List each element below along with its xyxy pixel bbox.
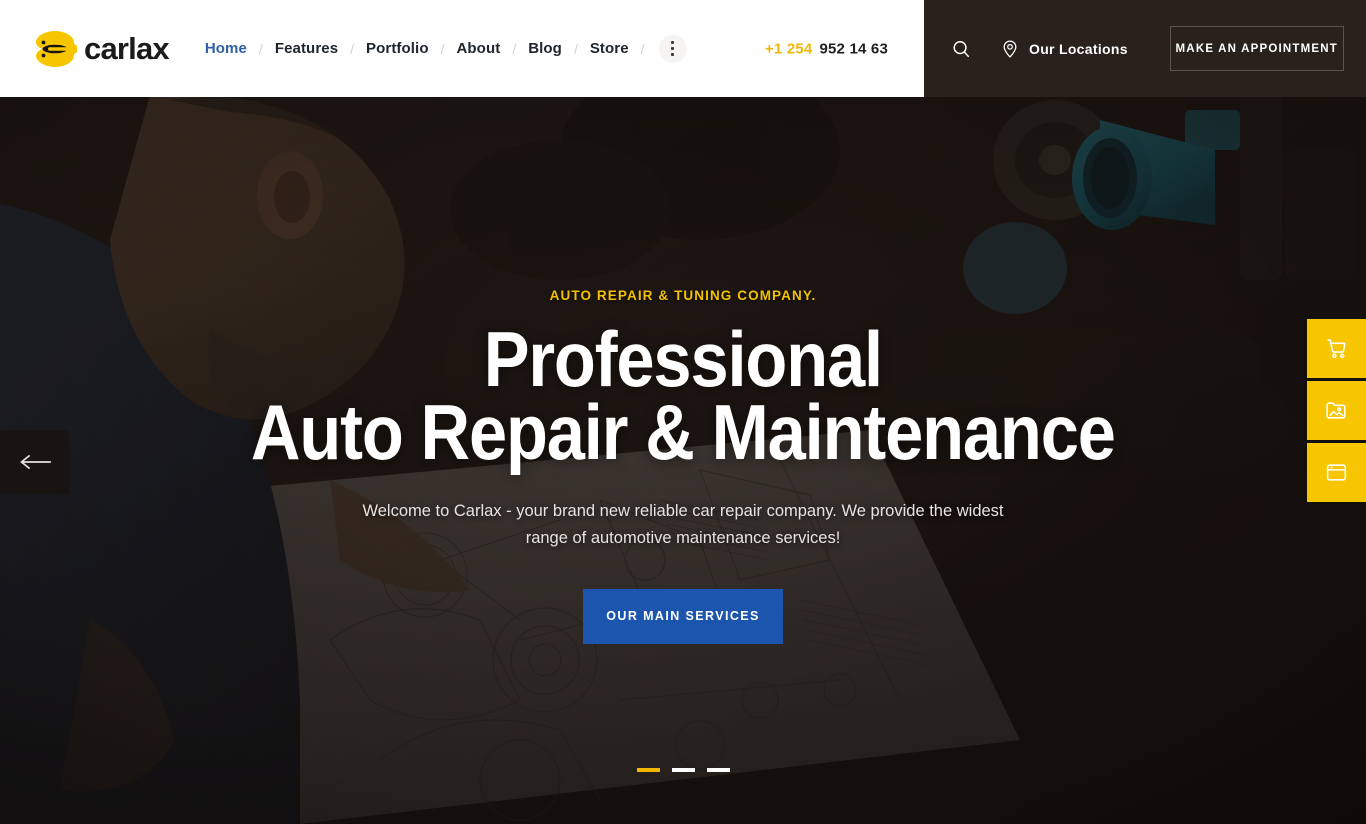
- slider-prev-button[interactable]: [0, 430, 69, 494]
- nav-item-features[interactable]: Features: [275, 40, 338, 57]
- hero-title: Professional Auto Repair & Maintenance: [251, 320, 1116, 476]
- cart-button[interactable]: [1307, 319, 1366, 378]
- our-main-services-label: OUR MAIN SERVICES: [606, 609, 760, 623]
- nav-separator: /: [440, 40, 445, 57]
- gallery-button[interactable]: [1307, 381, 1366, 440]
- our-main-services-button[interactable]: OUR MAIN SERVICES: [583, 588, 783, 644]
- slider-dot-2[interactable]: [671, 768, 695, 772]
- nav-item-portfolio[interactable]: Portfolio: [366, 40, 429, 57]
- hero-subtitle: AUTO REPAIR & TUNING COMPANY.: [549, 288, 817, 303]
- header-right-panel: Our Locations MAKE AN APPOINTMENT: [924, 0, 1366, 97]
- main-navigation: Home / Features / Portfolio / About / Bl…: [205, 34, 687, 63]
- header-left-panel: carlax Home / Features / Portfolio / Abo…: [0, 0, 924, 97]
- nav-item-store[interactable]: Store: [590, 40, 629, 57]
- our-locations-link[interactable]: Our Locations: [1000, 38, 1128, 60]
- phone-number: 952 14 63: [819, 40, 888, 57]
- hero-slider: AUTO REPAIR & TUNING COMPANY. Profession…: [0, 0, 1366, 824]
- dot: [671, 53, 675, 56]
- nav-item-blog[interactable]: Blog: [528, 40, 562, 57]
- phone-country-code: +1 254: [764, 40, 813, 57]
- nav-item-about[interactable]: About: [456, 40, 500, 57]
- shopping-cart-icon: [1327, 339, 1346, 359]
- slider-dot-3[interactable]: [706, 768, 730, 772]
- header-phone[interactable]: +1 254 952 14 63: [765, 40, 888, 57]
- arrow-left-icon: [19, 454, 51, 470]
- dot: [671, 47, 675, 50]
- hero-title-line2: Auto Repair & Maintenance: [251, 387, 1116, 476]
- nav-item-home[interactable]: Home: [205, 40, 247, 57]
- make-appointment-button[interactable]: MAKE AN APPOINTMENT: [1169, 26, 1344, 71]
- map-pin-icon: [1003, 39, 1017, 58]
- nav-separator: /: [350, 40, 355, 57]
- nav-separator: /: [573, 40, 578, 57]
- site-header: carlax Home / Features / Portfolio / Abo…: [0, 0, 1366, 97]
- gear-wrench-icon: [32, 28, 78, 70]
- nav-separator: /: [640, 40, 645, 57]
- nav-separator: /: [512, 40, 517, 57]
- image-folder-icon: [1326, 402, 1346, 419]
- search-icon: [953, 40, 970, 57]
- slider-dot-1[interactable]: [636, 768, 660, 772]
- make-appointment-label: MAKE AN APPOINTMENT: [1175, 42, 1339, 55]
- dot: [671, 41, 675, 44]
- slider-pagination: [0, 768, 1366, 772]
- our-locations-label: Our Locations: [1029, 40, 1128, 57]
- nav-separator: /: [258, 40, 263, 57]
- logo-text: carlax: [84, 30, 170, 66]
- search-button[interactable]: [950, 38, 972, 60]
- vertical-dots-icon[interactable]: [658, 34, 687, 63]
- logo[interactable]: carlax: [32, 28, 170, 70]
- browser-window-icon: [1326, 464, 1347, 481]
- side-rail: [1307, 319, 1366, 502]
- hero-description: Welcome to Carlax - your brand new relia…: [362, 502, 1004, 547]
- hero-content: AUTO REPAIR & TUNING COMPANY. Profession…: [0, 0, 1366, 824]
- window-button[interactable]: [1307, 443, 1366, 502]
